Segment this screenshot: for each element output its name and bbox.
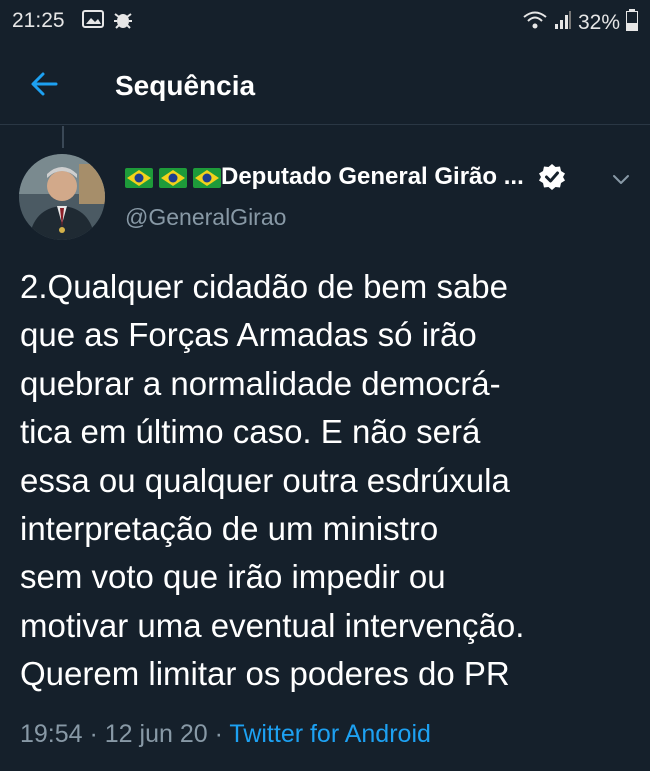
bug-icon — [112, 10, 134, 36]
tweet-meta: 19:54 · 12 jun 20 · Twitter for Android — [20, 720, 431, 749]
tweet-text-line: essa ou qualquer outra esdrúxula — [20, 461, 510, 499]
wifi-icon — [522, 10, 548, 36]
status-right: 32% — [522, 9, 638, 37]
thread-connector-line — [62, 126, 64, 148]
meta-separator: · — [82, 720, 105, 748]
flag-brazil-icon — [125, 167, 153, 188]
page-title: Sequência — [115, 70, 256, 101]
battery-icon — [626, 9, 638, 37]
top-bar: Sequência — [0, 52, 650, 125]
chevron-down-icon[interactable] — [608, 166, 634, 192]
tweet-text-line: Querem limitar os poderes do PR — [20, 655, 510, 693]
gallery-icon — [82, 10, 104, 34]
tweet-text-line: motivar uma eventual intervenção. — [20, 606, 525, 644]
tweet-date: 12 jun 20 — [104, 720, 208, 748]
tweet-text-line: que as Forças Armadas só irão — [20, 316, 477, 354]
tweet-text-line: 2.Qualquer cidadão de bem sabe — [20, 268, 509, 305]
status-bar: 21:25 32% — [0, 0, 650, 40]
tweet-text: 2.Qualquer cidadão de bem sabe que as Fo… — [20, 263, 640, 699]
avatar[interactable] — [19, 154, 105, 240]
tweet-text-line: interpretação de um ministro — [20, 510, 439, 548]
tweet-time: 19:54 — [20, 720, 83, 748]
author-name: Deputado General Girão ... — [221, 163, 524, 190]
author-name-row[interactable]: Deputado General Girão ... — [125, 163, 566, 191]
tweet-text-line: tica em último caso. E não será — [20, 413, 481, 451]
flag-brazil-icon — [159, 167, 187, 188]
meta-separator: · — [207, 720, 230, 748]
flag-brazil-icon — [193, 167, 221, 188]
status-time: 21:25 — [12, 9, 65, 32]
verified-badge-icon — [538, 163, 566, 191]
signal-icon — [554, 10, 572, 36]
back-arrow-icon — [31, 72, 58, 96]
author-handle[interactable]: @GeneralGirao — [125, 204, 286, 231]
battery-percent: 32% — [577, 11, 620, 34]
tweet-source-link[interactable]: Twitter for Android — [229, 720, 430, 748]
back-button[interactable] — [26, 66, 66, 102]
profile-photo-icon — [19, 154, 105, 240]
tweet-text-line: sem voto que irão impedir ou — [20, 558, 446, 596]
tweet-text-line: quebrar a normalidade democrá- — [20, 364, 501, 402]
